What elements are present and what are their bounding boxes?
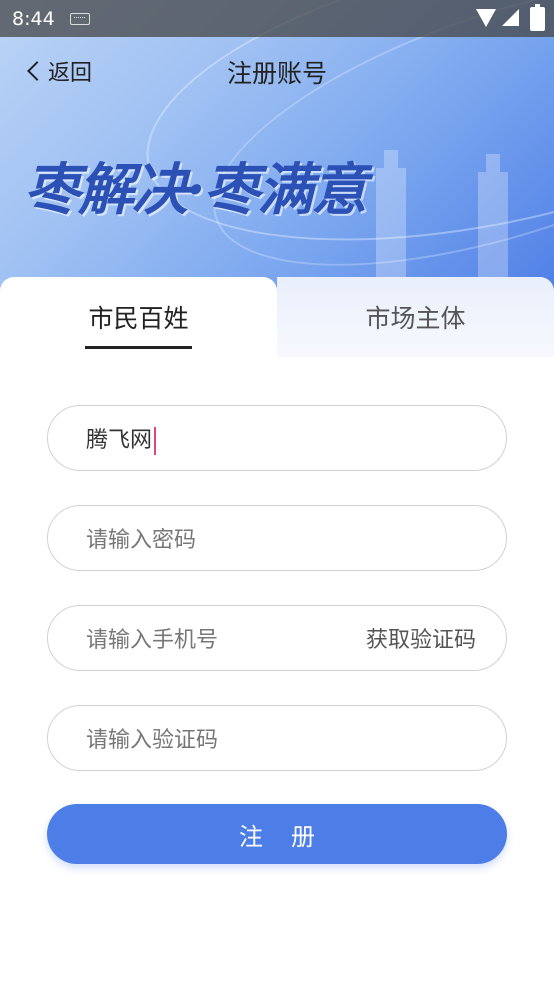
- username-field[interactable]: 腾飞网: [47, 405, 507, 471]
- tab-label: 市场主体: [365, 304, 466, 333]
- battery-icon: [530, 4, 545, 31]
- text-cursor: [154, 426, 157, 455]
- code-placeholder: 请输入验证码: [86, 728, 219, 753]
- status-bar: 8:44: [0, 0, 554, 37]
- keyboard-icon: [70, 13, 90, 25]
- slogan-banner: 枣解决·枣满意: [24, 157, 367, 223]
- tab-citizen[interactable]: 市民百姓: [0, 277, 277, 357]
- verification-code-field[interactable]: 请输入验证码: [47, 705, 507, 771]
- phone-placeholder: 请输入手机号: [86, 628, 219, 653]
- username-value: 腾飞网: [86, 422, 157, 455]
- active-tab-indicator: [85, 346, 192, 349]
- wifi-icon: [476, 9, 496, 27]
- building-silhouette: [478, 154, 508, 278]
- get-code-button[interactable]: 获取验证码: [366, 622, 476, 654]
- tab-label: 市民百姓: [88, 304, 189, 333]
- register-button[interactable]: 注册: [47, 804, 507, 864]
- signal-icon: [502, 9, 519, 26]
- page-title: 注册账号: [226, 59, 327, 88]
- building-silhouette: [376, 150, 406, 278]
- phone-field[interactable]: 请输入手机号 获取验证码: [47, 605, 507, 671]
- tab-market-entity[interactable]: 市场主体: [277, 277, 554, 357]
- password-placeholder: 请输入密码: [86, 528, 197, 553]
- password-field[interactable]: 请输入密码: [47, 505, 507, 571]
- status-time: 8:44: [12, 8, 55, 30]
